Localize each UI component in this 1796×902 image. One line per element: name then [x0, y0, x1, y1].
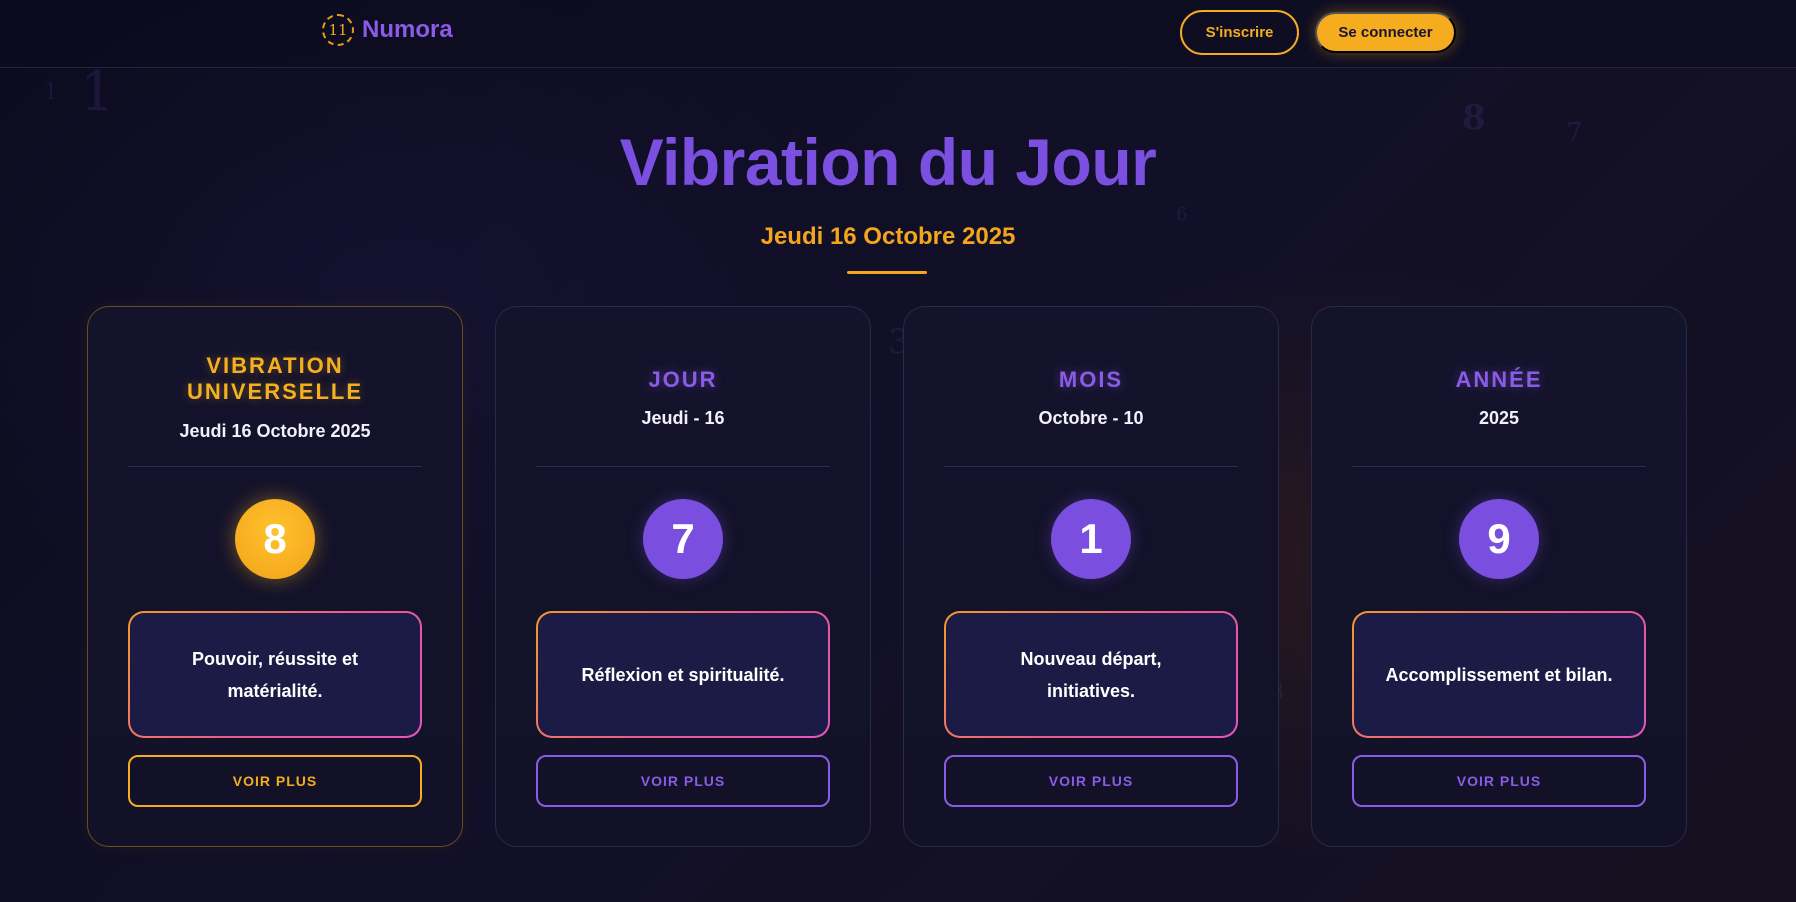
- card-subtitle: Jeudi 16 Octobre 2025: [179, 421, 371, 441]
- background-digit: 6: [1176, 204, 1188, 225]
- card-title: JOUR: [648, 367, 718, 392]
- card-divider: [944, 466, 1238, 467]
- description-box: Nouveau départ, initiatives.: [944, 611, 1238, 738]
- title-underline: [847, 271, 927, 274]
- voir-plus-button[interactable]: VOIR PLUS: [944, 755, 1238, 807]
- vibration-number: 9: [1459, 499, 1539, 579]
- card-divider: [1352, 466, 1646, 467]
- vibration-number: 8: [235, 499, 315, 579]
- card-universal-vibration: VIBRATION UNIVERSELLE Jeudi 16 Octobre 2…: [87, 306, 463, 847]
- card-title: VIBRATION UNIVERSELLE: [186, 353, 364, 404]
- vibration-number: 7: [643, 499, 723, 579]
- voir-plus-button[interactable]: VOIR PLUS: [128, 755, 422, 807]
- card-subtitle: 2025: [1478, 408, 1520, 428]
- card-divider: [536, 466, 830, 467]
- page-title: Vibration du Jour: [619, 125, 1157, 199]
- card-subtitle: Octobre - 10: [1038, 408, 1144, 428]
- signup-button[interactable]: S'inscrire: [1180, 10, 1299, 55]
- description-text: Pouvoir, réussite et matérialité.: [130, 613, 420, 736]
- description-text: Nouveau départ, initiatives.: [946, 613, 1236, 736]
- brand-name: Numora: [362, 16, 453, 43]
- login-button[interactable]: Se connecter: [1315, 12, 1456, 53]
- voir-plus-button[interactable]: VOIR PLUS: [536, 755, 830, 807]
- background-digit: 1: [44, 80, 58, 105]
- description-box: Accomplissement et bilan.: [1352, 611, 1646, 738]
- card-month: MOIS Octobre - 10 1 Nouveau départ, init…: [903, 306, 1279, 847]
- background-digit: 1: [80, 60, 115, 123]
- card-year: ANNÉE 2025 9 Accomplissement et bilan. V…: [1311, 306, 1687, 847]
- card-title: ANNÉE: [1455, 367, 1543, 392]
- vibration-number: 1: [1051, 499, 1131, 579]
- card-title: MOIS: [1058, 367, 1124, 392]
- page-date: Jeudi 16 Octobre 2025: [760, 223, 1016, 250]
- description-box: Pouvoir, réussite et matérialité.: [128, 611, 422, 738]
- card-subtitle: Jeudi - 16: [641, 408, 725, 428]
- card-day: JOUR Jeudi - 16 7 Réflexion et spiritual…: [495, 306, 871, 847]
- description-text: Réflexion et spiritualité.: [538, 613, 828, 736]
- description-text: Accomplissement et bilan.: [1354, 613, 1644, 736]
- card-divider: [128, 466, 422, 467]
- top-navbar: 11 Numora S'inscrire Se connecter: [0, 0, 1796, 68]
- voir-plus-button[interactable]: VOIR PLUS: [1352, 755, 1646, 807]
- brand[interactable]: 11 Numora: [322, 14, 453, 46]
- sun-logo-icon: 11: [322, 14, 354, 46]
- description-box: Réflexion et spiritualité.: [536, 611, 830, 738]
